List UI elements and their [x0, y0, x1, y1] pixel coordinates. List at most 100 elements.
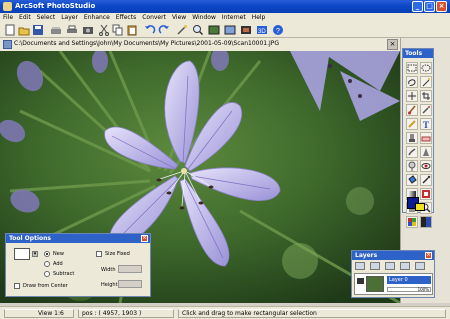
move-icon[interactable]	[406, 90, 418, 102]
eye-icon[interactable]	[357, 278, 364, 284]
tools-panel: Tools T	[402, 48, 434, 228]
document-icon	[3, 40, 12, 49]
layers-title: Layers ×	[352, 251, 434, 260]
menu-layer[interactable]: Layer	[58, 13, 81, 22]
layer-properties-icon[interactable]	[400, 262, 410, 270]
chevron-down-icon[interactable]: ▾	[32, 251, 38, 257]
new-layer-icon[interactable]	[355, 262, 365, 270]
mode-subtract-radio[interactable]	[44, 271, 50, 277]
svg-text:3D: 3D	[258, 29, 266, 35]
status-hint: Click and drag to make rectangular selec…	[178, 309, 446, 318]
size-fixed-label: Size Fixed	[105, 251, 130, 257]
web-icon[interactable]: 3D	[256, 24, 268, 36]
paste-icon[interactable]	[126, 24, 138, 36]
maximize-button[interactable]: □	[424, 1, 435, 12]
zoom-icon[interactable]	[192, 24, 204, 36]
layer-row[interactable]: Layer 0 100%	[354, 273, 433, 295]
cursor-position: pos : ( 4957, 1903 )	[78, 309, 174, 318]
magic-wand-icon[interactable]	[420, 76, 432, 88]
menu-bar: File Edit Select Layer Enhance Effects C…	[0, 13, 450, 22]
lasso-icon[interactable]	[406, 76, 418, 88]
bucket-icon[interactable]	[406, 174, 418, 186]
eyedropper-icon[interactable]	[420, 174, 432, 186]
undo-icon[interactable]	[144, 24, 156, 36]
smudge-icon[interactable]	[406, 146, 418, 158]
color-swatch-icon[interactable]	[420, 216, 432, 228]
tools-panel-title: Tools	[403, 49, 433, 58]
mode-new-radio[interactable]	[44, 251, 50, 257]
mode-new-label: New	[53, 251, 64, 257]
menu-enhance[interactable]: Enhance	[81, 13, 113, 22]
opacity-slider[interactable]: 100%	[387, 287, 431, 292]
print-icon[interactable]	[66, 24, 78, 36]
effects-icon[interactable]	[240, 24, 252, 36]
document-titlebar: C:\Documents and Settings\John\My Docume…	[0, 38, 400, 51]
menu-internet[interactable]: Internet	[219, 13, 249, 22]
minimize-button[interactable]: _	[412, 1, 423, 12]
eraser-icon[interactable]	[420, 132, 432, 144]
merge-layer-icon[interactable]	[385, 262, 395, 270]
app-icon	[3, 2, 12, 11]
ellipse-select-icon[interactable]	[420, 62, 432, 74]
shape-icon[interactable]	[420, 188, 432, 200]
sharpen-icon[interactable]	[420, 146, 432, 158]
width-label: Width	[101, 267, 116, 273]
menu-effects[interactable]: Effects	[113, 13, 139, 22]
text-icon[interactable]: T	[420, 118, 432, 130]
menu-edit[interactable]: Edit	[16, 13, 34, 22]
height-label: Height	[101, 282, 118, 288]
new-icon[interactable]	[4, 24, 16, 36]
menu-view[interactable]: View	[169, 13, 189, 22]
document-path: C:\Documents and Settings\John\My Docume…	[14, 40, 280, 47]
crop-icon[interactable]	[420, 90, 432, 102]
menu-convert[interactable]: Convert	[139, 13, 169, 22]
layers-close-button[interactable]: ×	[425, 252, 432, 259]
width-field[interactable]	[118, 265, 142, 273]
status-bar: View 1:6 pos : ( 4957, 1903 ) Click and …	[0, 306, 450, 319]
copy-icon[interactable]	[112, 24, 124, 36]
dodge-icon[interactable]	[406, 160, 418, 172]
red-eye-icon[interactable]	[420, 160, 432, 172]
svg-text:?: ?	[276, 28, 280, 35]
window-title: ArcSoft PhotoStudio	[15, 2, 96, 10]
color-palette-icon[interactable]	[406, 216, 418, 228]
tool-options-title: Tool Options ×	[6, 234, 150, 243]
paintbrush-icon[interactable]	[406, 104, 418, 116]
close-button[interactable]: ×	[436, 1, 447, 12]
draw-from-center-checkbox[interactable]	[14, 283, 20, 289]
layer-thumbnail	[366, 276, 384, 292]
tool-options-close-button[interactable]: ×	[141, 235, 148, 242]
save-icon[interactable]	[32, 24, 44, 36]
draw-from-center-label: Draw from Center	[23, 283, 68, 289]
shape-selector[interactable]	[14, 248, 30, 260]
menu-help[interactable]: Help	[249, 13, 269, 22]
magic-icon[interactable]	[176, 24, 188, 36]
clone-icon[interactable]	[406, 132, 418, 144]
open-icon[interactable]	[18, 24, 30, 36]
album-icon[interactable]	[208, 24, 220, 36]
size-fixed-checkbox[interactable]	[96, 251, 102, 257]
edit-icon[interactable]	[224, 24, 236, 36]
zoom-level-text: View 1:6	[38, 310, 64, 317]
duplicate-layer-icon[interactable]	[370, 262, 380, 270]
layer-name[interactable]: Layer 0	[387, 276, 431, 284]
height-field[interactable]	[118, 280, 142, 288]
rect-select-icon[interactable]	[406, 62, 418, 74]
redo-icon[interactable]	[158, 24, 170, 36]
menu-window[interactable]: Window	[189, 13, 219, 22]
help-icon[interactable]: ?	[272, 24, 284, 36]
mode-add-label: Add	[53, 261, 63, 267]
cut-icon[interactable]	[98, 24, 110, 36]
pencil-icon[interactable]	[406, 118, 418, 130]
document-close-button[interactable]: ×	[387, 39, 398, 50]
delete-layer-icon[interactable]	[415, 262, 425, 270]
background-color-swatch[interactable]	[415, 203, 425, 211]
camera-icon[interactable]	[82, 24, 94, 36]
main-toolbar: 3D ?	[0, 22, 450, 38]
mode-add-radio[interactable]	[44, 261, 50, 267]
airbrush-icon[interactable]	[420, 104, 432, 116]
menu-file[interactable]: File	[0, 13, 16, 22]
opacity-value: 100%	[417, 287, 429, 292]
menu-select[interactable]: Select	[34, 13, 59, 22]
scan-icon[interactable]	[50, 24, 62, 36]
